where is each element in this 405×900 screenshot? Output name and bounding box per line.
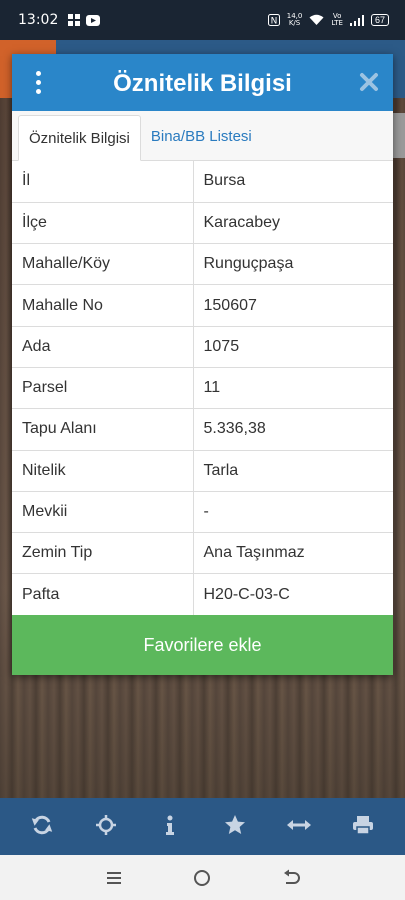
attribute-key: Mahalle No xyxy=(12,284,194,327)
attribute-value: Karacabey xyxy=(192,201,393,245)
wifi-icon xyxy=(309,14,324,25)
dialog-title: Öznitelik Bilgisi xyxy=(113,70,292,97)
attribute-table: İl Bursa İlçe Karacabey Mahalle/Köy Runguçp… xyxy=(12,161,393,616)
attribute-value: Bursa xyxy=(192,161,393,203)
table-row: Parsel 11 xyxy=(12,366,393,410)
attribute-value: 1075 xyxy=(192,325,393,368)
refresh-icon xyxy=(31,815,53,834)
dialog-menu-button[interactable] xyxy=(12,54,64,111)
info-icon xyxy=(166,815,175,835)
add-favorite-button[interactable]: Favorilere ekle xyxy=(12,615,393,675)
measure-button[interactable] xyxy=(279,814,319,840)
measure-icon xyxy=(286,819,311,830)
attribute-value: Runguçpaşa xyxy=(192,243,393,286)
table-row: İlçe Karacabey xyxy=(12,201,393,245)
svg-text:N: N xyxy=(270,17,277,27)
map-side-handle[interactable] xyxy=(391,113,405,158)
star-icon xyxy=(224,814,245,834)
favorites-button[interactable] xyxy=(215,814,255,840)
table-row: Ada 1075 xyxy=(12,325,393,368)
network-speed: 14,0 K/S xyxy=(286,12,303,27)
print-button[interactable] xyxy=(343,814,383,840)
dialog-header: Öznitelik Bilgisi xyxy=(12,54,393,111)
crosshair-icon xyxy=(96,814,117,835)
battery-indicator: 67 xyxy=(370,14,389,26)
attribute-value: 11 xyxy=(192,366,393,410)
tab-attribute-info[interactable]: Öznitelik Bilgisi xyxy=(18,115,141,161)
tab-building-list[interactable]: Bina/BB Listesi xyxy=(141,114,262,160)
close-icon xyxy=(360,73,378,91)
attribute-key: Parsel xyxy=(12,366,194,410)
table-row: İl Bursa xyxy=(12,161,393,203)
attribute-value: - xyxy=(192,490,393,534)
dialog-tabs: Öznitelik Bilgisi Bina/BB Listesi xyxy=(12,111,393,161)
attribute-value: Ana Taşınmaz xyxy=(192,532,393,575)
attribute-key: Mevkii xyxy=(12,490,194,534)
print-icon xyxy=(352,815,373,835)
youtube-icon xyxy=(86,14,101,26)
status-time: 13:02 xyxy=(18,12,59,28)
status-bar: 13:02 N 14,0 K/S Vo LTE 67 xyxy=(0,0,405,40)
system-navigation-bar xyxy=(0,855,405,900)
nfc-icon: N xyxy=(267,14,280,27)
attribute-value: 150607 xyxy=(192,284,393,327)
signal-icon xyxy=(349,14,364,26)
attribute-key: Ada xyxy=(12,325,194,368)
locate-button[interactable] xyxy=(86,814,126,840)
table-row: Mevkii - xyxy=(12,490,393,534)
table-row: Mahalle No 150607 xyxy=(12,284,393,327)
refresh-button[interactable] xyxy=(22,814,62,840)
table-row: Tapu Alanı 5.336,38 xyxy=(12,408,393,451)
table-row: Pafta H20-C-03-C xyxy=(12,573,393,616)
attribute-key: Pafta xyxy=(12,573,194,616)
more-vertical-icon xyxy=(35,71,41,76)
attribute-dialog: Öznitelik Bilgisi Öznitelik Bilgisi Bina… xyxy=(12,54,393,675)
table-row: Mahalle/Köy Runguçpaşa xyxy=(12,243,393,286)
back-icon[interactable] xyxy=(282,869,300,887)
attribute-key: İl xyxy=(12,161,194,203)
attribute-value: Tarla xyxy=(192,449,393,492)
attribute-value: H20-C-03-C xyxy=(192,573,393,616)
grid-app-icon xyxy=(68,14,81,26)
bottom-toolbar xyxy=(0,798,405,855)
info-button[interactable] xyxy=(150,814,190,840)
table-row: Zemin Tip Ana Taşınmaz xyxy=(12,532,393,575)
attribute-value: 5.336,38 xyxy=(192,408,393,451)
attribute-key: Zemin Tip xyxy=(12,532,194,575)
attribute-key: Mahalle/Köy xyxy=(12,243,194,286)
home-icon[interactable] xyxy=(193,869,211,887)
attribute-key: Nitelik xyxy=(12,449,194,492)
attribute-key: İlçe xyxy=(12,201,194,245)
volte-label: Vo LTE xyxy=(331,12,343,27)
recent-apps-icon[interactable] xyxy=(106,870,122,886)
table-row: Nitelik Tarla xyxy=(12,449,393,492)
attribute-key: Tapu Alanı xyxy=(12,408,194,451)
close-button[interactable] xyxy=(357,68,381,96)
